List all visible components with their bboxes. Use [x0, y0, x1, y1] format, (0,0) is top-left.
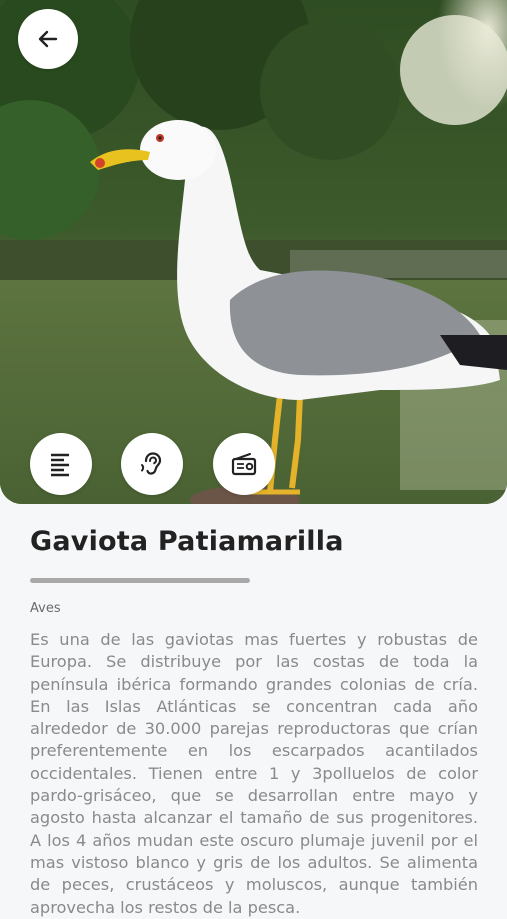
species-description: Es una de las gaviotas mas fuertes y rob… — [30, 630, 478, 917]
audio-progress-fill — [30, 578, 250, 583]
ear-icon — [141, 452, 162, 475]
hero-image — [0, 0, 507, 504]
radio-icon — [231, 453, 257, 476]
seagull-photo — [0, 0, 507, 504]
audio-progress-bar[interactable] — [30, 578, 250, 583]
back-button[interactable] — [18, 9, 78, 69]
species-title: Gaviota Patiamarilla — [30, 526, 344, 557]
radio-button[interactable] — [213, 433, 275, 495]
text-align-left-icon — [51, 453, 69, 477]
listen-button[interactable] — [121, 433, 183, 495]
arrow-left-icon — [38, 30, 58, 48]
species-category: Aves — [30, 601, 61, 616]
species-details: Gaviota Patiamarilla Aves Es una de las … — [0, 504, 507, 917]
text-button[interactable] — [30, 433, 92, 495]
